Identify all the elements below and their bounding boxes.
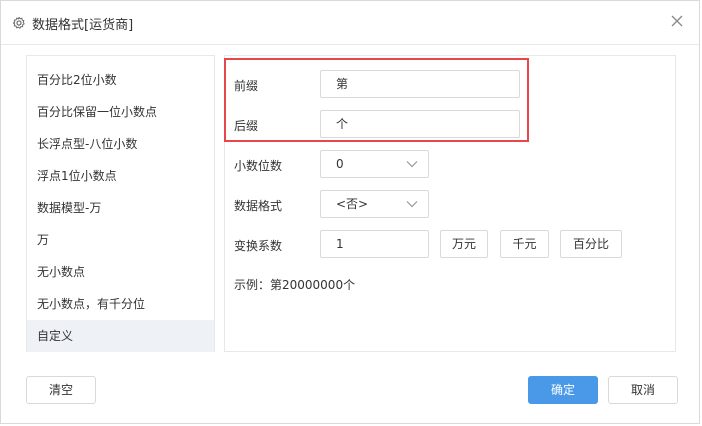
- format-item-label: 无小数点: [37, 265, 86, 279]
- format-item-label: 自定义: [37, 329, 74, 343]
- cancel-button[interactable]: 取消: [608, 376, 678, 404]
- dialog-title: 数据格式[运货商]: [32, 18, 134, 33]
- data-format-label: 数据格式: [234, 199, 283, 213]
- percent-button[interactable]: 百分比: [560, 230, 622, 258]
- format-item-float-1[interactable]: 浮点1位小数点: [27, 160, 214, 192]
- format-dialog: 数据格式[运货商] 百分比2位小数 百分比保留一位小数点 长浮点型-八位小数 浮…: [0, 0, 700, 424]
- wan-yuan-button[interactable]: 万元: [440, 230, 488, 258]
- format-item-label: 长浮点型-八位小数: [37, 137, 138, 151]
- factor-label: 变换系数: [234, 239, 283, 253]
- prefix-input[interactable]: 第: [320, 70, 520, 98]
- format-item-percent-2[interactable]: 百分比2位小数: [27, 64, 214, 96]
- format-item-model-wan[interactable]: 数据模型-万: [27, 192, 214, 224]
- format-list: 百分比2位小数 百分比保留一位小数点 长浮点型-八位小数 浮点1位小数点 数据模…: [26, 55, 215, 352]
- decimals-label: 小数位数: [234, 159, 283, 173]
- format-item-long-float[interactable]: 长浮点型-八位小数: [27, 128, 214, 160]
- format-item-label: 百分比2位小数: [37, 73, 117, 87]
- format-item-label: 浮点1位小数点: [37, 169, 117, 183]
- decimals-select[interactable]: 0: [320, 150, 429, 178]
- clear-button[interactable]: 清空: [26, 376, 96, 404]
- suffix-label: 后缀: [234, 119, 259, 133]
- format-item-label: 无小数点，有千分位: [37, 297, 146, 311]
- format-settings-panel: [224, 55, 676, 352]
- format-item-no-decimal[interactable]: 无小数点: [27, 256, 214, 288]
- example-text: 示例：第20000000个: [234, 278, 356, 292]
- format-item-wan[interactable]: 万: [27, 224, 214, 256]
- format-item-label: 数据模型-万: [37, 201, 102, 215]
- format-item-label: 万: [37, 233, 50, 247]
- chevron-down-icon: [406, 201, 418, 208]
- ok-button[interactable]: 确定: [528, 376, 598, 404]
- gear-icon: [12, 16, 25, 29]
- data-format-select[interactable]: <否>: [320, 190, 429, 218]
- data-format-value: <否>: [336, 197, 369, 211]
- qian-yuan-button[interactable]: 千元: [500, 230, 549, 258]
- suffix-input[interactable]: 个: [320, 110, 520, 138]
- close-icon[interactable]: [669, 13, 685, 29]
- prefix-label: 前缀: [234, 79, 259, 93]
- dialog-header: 数据格式[运货商]: [1, 1, 699, 45]
- format-item-percent-1[interactable]: 百分比保留一位小数点: [27, 96, 214, 128]
- format-item-label: 百分比保留一位小数点: [37, 105, 158, 119]
- factor-input[interactable]: 1: [320, 230, 429, 258]
- format-item-custom[interactable]: 自定义: [27, 320, 214, 352]
- format-item-no-decimal-thousands[interactable]: 无小数点，有千分位: [27, 288, 214, 320]
- decimals-value: 0: [336, 157, 344, 171]
- chevron-down-icon: [406, 161, 418, 168]
